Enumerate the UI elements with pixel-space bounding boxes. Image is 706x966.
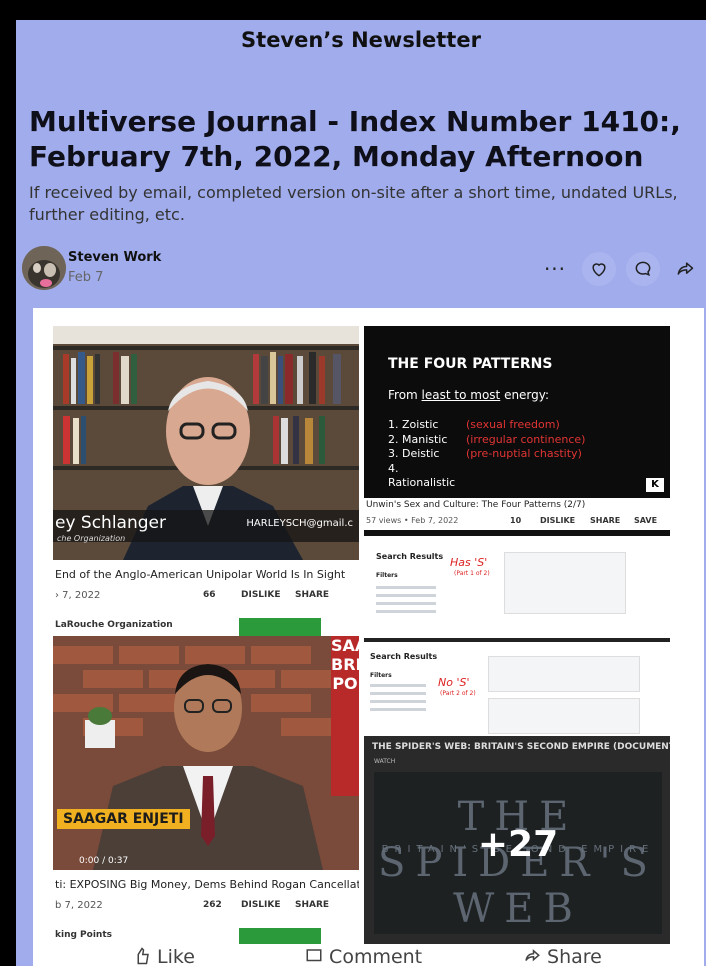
video-thumbnail-four-patterns[interactable]: THE FOUR PATTERNS From least to most ene…	[364, 326, 670, 498]
like-button[interactable]	[582, 252, 616, 286]
share-button[interactable]	[668, 252, 702, 286]
channel-name[interactable]: king Points	[55, 930, 112, 940]
video-title[interactable]: End of the Anglo-American Unipolar World…	[55, 568, 345, 581]
share-arrow-icon	[525, 949, 540, 962]
patterns-list: 1. Zoistic (sexual freedom) 2. Manistic (i…	[388, 418, 585, 491]
facebook-search-has-s[interactable]: Search Results Filters Has 'S' (Part 1 o…	[364, 530, 670, 644]
handwritten-annotation: Has 'S'	[450, 556, 488, 569]
pattern-item: 2. Manistic (irregular continence)	[388, 432, 586, 446]
pattern-item: 4. Rationalistic	[388, 461, 456, 490]
like-count[interactable]: 262	[203, 900, 222, 910]
video-thumbnail-schlanger[interactable]: ey Schlanger che Organization HARLEYSCH@…	[53, 326, 359, 560]
show-banner: SAA BRE PO	[331, 636, 359, 796]
share-icon	[677, 262, 694, 275]
thumbs-up-icon	[137, 947, 149, 965]
save-button[interactable]: SAVE	[634, 516, 657, 525]
post-preview	[488, 656, 640, 692]
share-video-button[interactable]: SHARE	[295, 900, 329, 910]
video-date: › 7, 2022	[55, 590, 101, 601]
subscribe-bar[interactable]	[239, 618, 321, 636]
newsletter-page: Steven’s Newsletter Multiverse Journal -…	[16, 20, 706, 966]
post-preview	[504, 552, 626, 614]
share-reaction-button[interactable]: Share	[523, 946, 602, 966]
name-overlay: SAAGAR ENJETI	[57, 809, 190, 829]
reaction-bar: Like Comment Share	[33, 944, 704, 966]
video-title: THE SPIDER'S WEB: BRITAIN'S SECOND EMPIR…	[372, 742, 670, 752]
video-thumbnail-spiders-web[interactable]: THE SPIDER'S WEB: BRITAIN'S SECOND EMPIR…	[364, 736, 670, 946]
pattern-item: 3. Deistic (pre-nuptial chastity)	[388, 447, 582, 460]
post-title: Multiverse Journal - Index Number 1410:,…	[29, 105, 681, 173]
dislike-button[interactable]: DISLIKE	[241, 900, 281, 910]
comment-button[interactable]	[626, 252, 660, 286]
name-overlay: ey Schlanger che Organization HARLEYSCH@…	[53, 510, 359, 543]
comment-reaction-button[interactable]: Comment	[305, 946, 422, 966]
channel-logo-icon: K	[646, 478, 664, 492]
dislike-button[interactable]: DISLIKE	[540, 516, 575, 525]
publication-name[interactable]: Steven’s Newsletter	[16, 28, 706, 52]
share-video-button[interactable]: SHARE	[590, 516, 620, 525]
like-count[interactable]: 10	[510, 516, 521, 525]
like-count[interactable]: 66	[203, 590, 216, 600]
post-preview	[488, 698, 640, 734]
comment-icon	[635, 261, 651, 277]
video-info-saagar: ti: EXPOSING Big Money, Dems Behind Roga…	[53, 870, 359, 946]
author-name[interactable]: Steven Work	[68, 250, 161, 265]
more-options-button[interactable]: ···	[538, 252, 572, 286]
video-title[interactable]: ti: EXPOSING Big Money, Dems Behind Roga…	[55, 878, 359, 891]
more-images-count[interactable]: +27	[374, 824, 662, 865]
author-avatar[interactable]	[22, 246, 66, 290]
video-time: 0:00 / 0:37	[79, 856, 129, 866]
film-poster: THE SPIDER'S WEB BRITAIN'S SECOND EMPIRE…	[374, 772, 662, 934]
video-meta: 57 views • Feb 7, 2022	[366, 516, 459, 525]
video-info-four-patterns: Unwin's Sex and Culture: The Four Patter…	[364, 498, 670, 530]
channel-name[interactable]: LaRouche Organization	[55, 620, 173, 630]
heart-icon	[592, 263, 606, 277]
handwritten-annotation: No 'S'	[438, 676, 470, 689]
pattern-item: 1. Zoistic (sexual freedom)	[388, 418, 560, 431]
video-thumbnail-saagar[interactable]: SAA BRE PO SAAGAR ENJETI 0:00 / 0:37	[53, 636, 359, 870]
facebook-search-no-s[interactable]: Search Results Filters No 'S' (Part 2 of…	[364, 638, 670, 740]
video-title[interactable]: Unwin's Sex and Culture: The Four Patter…	[366, 500, 585, 510]
dislike-button[interactable]: DISLIKE	[241, 590, 281, 600]
like-reaction-button[interactable]: Like	[133, 946, 195, 966]
window-frame: Steven’s Newsletter Multiverse Journal -…	[0, 0, 706, 966]
post-subtitle: If received by email, completed version …	[29, 183, 678, 224]
post-date: Feb 7	[68, 270, 104, 285]
more-icon: ···	[543, 257, 567, 281]
comment-box-icon	[306, 949, 322, 962]
video-date: b 7, 2022	[55, 900, 103, 911]
share-video-button[interactable]: SHARE	[295, 590, 329, 600]
screenshot-collage[interactable]: ey Schlanger che Organization HARLEYSCH@…	[33, 308, 704, 966]
video-info-schlanger: End of the Anglo-American Unipolar World…	[53, 560, 359, 636]
